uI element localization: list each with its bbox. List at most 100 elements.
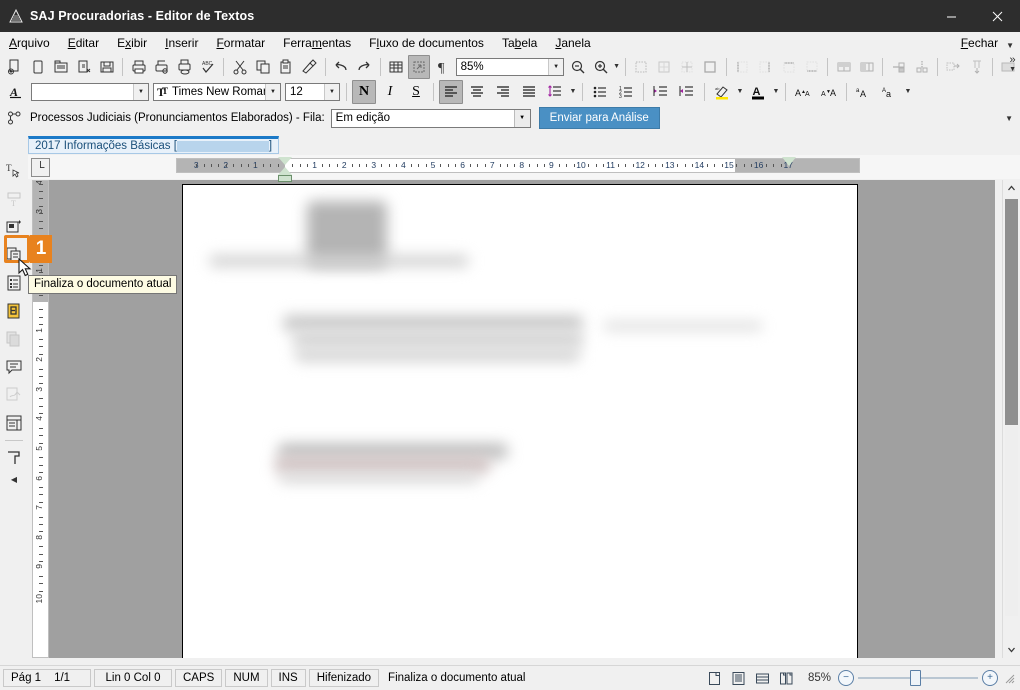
align-right-button[interactable] — [491, 80, 515, 104]
insert-row-button[interactable] — [888, 55, 909, 79]
zoom-slider[interactable] — [858, 670, 978, 686]
border-left-button[interactable] — [732, 55, 753, 79]
chevron-down-icon[interactable]: ▼ — [1005, 114, 1013, 123]
new-document-button[interactable] — [4, 55, 25, 79]
zoom-slider-thumb[interactable] — [910, 670, 921, 686]
sidebar-item-comment[interactable] — [1, 353, 27, 380]
sidebar-item-header-text[interactable]: T — [1, 185, 27, 212]
chevron-down-icon[interactable]: ▼ — [324, 83, 339, 100]
increase-indent-button[interactable] — [649, 80, 673, 104]
first-line-indent-marker[interactable] — [278, 157, 292, 165]
zoom-out-button[interactable]: − — [838, 670, 854, 686]
print-settings-button[interactable] — [174, 55, 195, 79]
document-tab[interactable]: 2017 Informações Básicas [] — [28, 136, 280, 154]
paragraph-style-combo[interactable]: ▼ — [31, 82, 149, 101]
lowercase-button[interactable]: Aa — [878, 80, 902, 104]
document-canvas[interactable] — [49, 180, 995, 658]
print-button[interactable] — [128, 55, 149, 79]
chevron-down-icon[interactable]: ▼ — [513, 109, 530, 127]
scroll-up-button[interactable] — [1003, 180, 1020, 197]
menu-fechar[interactable]: Fechar — [952, 33, 1004, 53]
underline-button[interactable]: S — [404, 80, 428, 104]
borders-inner-button[interactable] — [677, 55, 698, 79]
status-num[interactable]: NUM — [225, 669, 268, 687]
borders-all-button[interactable] — [631, 55, 652, 79]
borders-outer-button[interactable] — [654, 55, 675, 79]
shrink-font-button[interactable]: A ▼ A — [817, 80, 841, 104]
cut-button[interactable] — [229, 55, 250, 79]
scrollbar-thumb[interactable] — [1005, 199, 1018, 425]
split-cells-button[interactable] — [856, 55, 877, 79]
menu-editar[interactable]: Editar — [59, 33, 108, 53]
chevron-down-icon[interactable]: ▼ — [771, 88, 781, 95]
close-button[interactable] — [974, 0, 1020, 32]
line-spacing-button[interactable] — [543, 80, 567, 104]
chevron-down-icon[interactable]: ▼ — [133, 83, 148, 100]
scroll-down-button[interactable] — [1003, 641, 1020, 658]
view-single-page-button[interactable] — [704, 669, 726, 687]
font-size-combo[interactable]: 12 ▼ — [285, 82, 340, 101]
open-model-button[interactable] — [73, 55, 94, 79]
chevron-down-icon[interactable]: ▼ — [612, 63, 621, 70]
bullet-list-button[interactable] — [588, 80, 612, 104]
zoom-in-button[interactable] — [590, 55, 611, 79]
menu-ferramentas[interactable]: Ferramentas — [274, 33, 360, 53]
save-disk-button[interactable] — [96, 55, 117, 79]
font-color-button[interactable]: A — [746, 80, 770, 104]
queue-combo[interactable]: Em edição ▼ — [330, 108, 531, 128]
menu-fluxo-de-documentos[interactable]: Fluxo de documentos — [360, 33, 493, 53]
bold-button[interactable]: N — [352, 79, 376, 104]
uppercase-button[interactable]: aA — [852, 80, 876, 104]
border-right-button[interactable] — [755, 55, 776, 79]
border-top-button[interactable] — [778, 55, 799, 79]
print-preview-button[interactable] — [151, 55, 172, 79]
distribute-rows-button[interactable] — [943, 55, 964, 79]
align-center-button[interactable] — [465, 80, 489, 104]
chevron-down-icon[interactable]: ▼ — [548, 58, 564, 75]
redo-arrow-button[interactable] — [353, 55, 374, 79]
text-highlight-button[interactable]: ab — [710, 80, 734, 104]
resize-grip-icon[interactable] — [1003, 672, 1015, 684]
zoom-in-button[interactable]: + — [982, 670, 998, 686]
table-properties-button[interactable] — [408, 54, 430, 79]
undo-arrow-button[interactable] — [330, 55, 351, 79]
sidebar-item-sign-document[interactable] — [1, 381, 27, 408]
numbered-list-button[interactable]: 123 — [614, 80, 638, 104]
border-box-button[interactable] — [700, 55, 721, 79]
menu-tabela[interactable]: Tabela — [493, 33, 546, 53]
sidebar-item-text-tool[interactable]: T — [1, 157, 27, 184]
style-a-icon[interactable]: A — [4, 80, 28, 104]
sidebar-item-copy-stack[interactable] — [1, 325, 27, 352]
format-painter-button[interactable] — [298, 55, 319, 79]
sidebar-collapse-button[interactable]: ◀ — [11, 475, 17, 484]
align-justify-button[interactable] — [517, 80, 541, 104]
chevron-down-icon[interactable]: ▼ — [265, 83, 280, 100]
view-web-layout-button[interactable] — [752, 669, 774, 687]
menu-exibir[interactable]: Exibir — [108, 33, 156, 53]
pilcrow-button[interactable]: ¶ — [432, 55, 453, 79]
blank-page-button[interactable] — [27, 55, 48, 79]
sidebar-item-document-panel[interactable] — [1, 409, 27, 436]
grow-font-button[interactable]: A ▲ A — [791, 80, 815, 104]
minimize-button[interactable] — [928, 0, 974, 32]
status-caps[interactable]: CAPS — [175, 669, 223, 687]
right-indent-marker[interactable] — [782, 157, 796, 166]
border-bottom-button[interactable] — [801, 55, 822, 79]
left-indent-marker[interactable] — [278, 175, 292, 182]
insert-column-button[interactable] — [911, 55, 932, 79]
document-page[interactable] — [182, 184, 858, 658]
scrollbar-track[interactable] — [1005, 426, 1018, 616]
table-grid-button[interactable] — [385, 55, 406, 79]
sidebar-item-stamp[interactable] — [1, 444, 27, 471]
chevron-down-icon[interactable]: ▼ — [1009, 65, 1016, 74]
hanging-indent-marker[interactable] — [278, 167, 292, 175]
tab-stop-selector[interactable]: └ — [31, 158, 50, 177]
decrease-indent-button[interactable] — [675, 80, 699, 104]
chevron-down-icon[interactable]: ▼ — [735, 88, 745, 95]
paste-button[interactable] — [275, 55, 296, 79]
distribute-columns-button[interactable] — [966, 55, 987, 79]
italic-button[interactable]: I — [378, 80, 402, 104]
view-two-page-button[interactable] — [776, 669, 798, 687]
align-left-button[interactable] — [439, 79, 463, 104]
zoom-out-button[interactable] — [567, 55, 588, 79]
